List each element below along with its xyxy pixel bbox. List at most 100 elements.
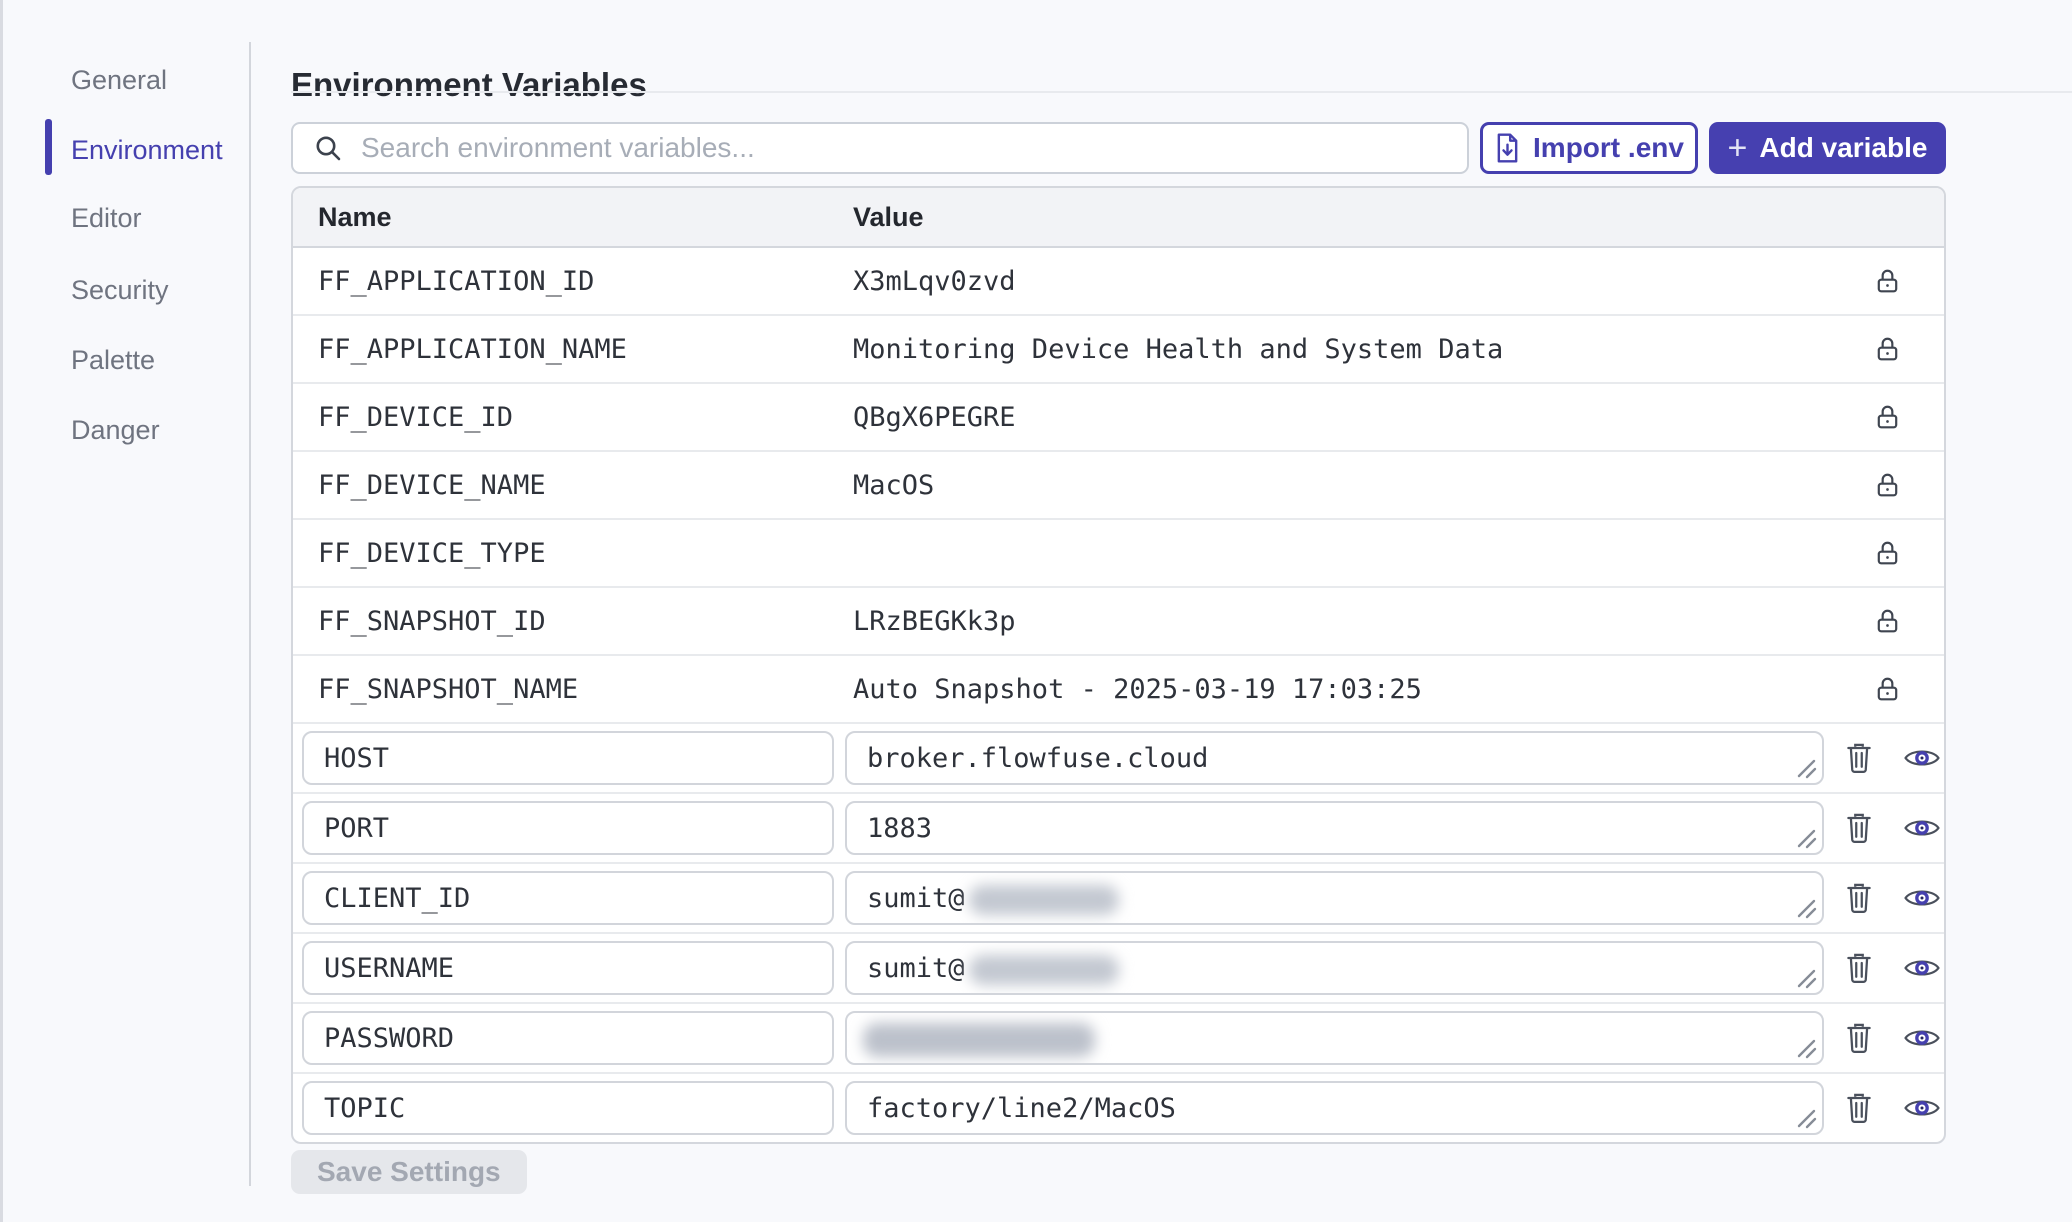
delete-variable-button[interactable] (1842, 949, 1876, 987)
delete-variable-button[interactable] (1842, 1089, 1876, 1127)
search-box[interactable] (291, 122, 1469, 174)
env-value-textarea[interactable] (847, 733, 1822, 783)
env-row-locked: FF_SNAPSHOT_NAME Auto Snapshot - 2025-03… (293, 656, 1944, 724)
env-row-locked: FF_APPLICATION_ID X3mLqv0zvd (293, 248, 1944, 316)
redacted-value-blur (969, 955, 1119, 985)
reveal-value-button[interactable] (1902, 1023, 1942, 1053)
env-value-field (845, 1081, 1824, 1135)
reveal-value-button[interactable] (1902, 813, 1942, 843)
eye-icon (1903, 1095, 1941, 1121)
trash-icon (1844, 741, 1874, 775)
env-value-textarea[interactable] (847, 803, 1822, 853)
eye-icon (1903, 815, 1941, 841)
env-var-name: FF_SNAPSHOT_NAME (293, 674, 853, 705)
env-row-editable (293, 794, 1944, 864)
trash-icon (1844, 811, 1874, 845)
env-row-locked: FF_DEVICE_NAME MacOS (293, 452, 1944, 520)
title-separator (291, 91, 2072, 93)
eye-icon (1903, 1025, 1941, 1051)
resize-handle-icon[interactable] (1793, 825, 1817, 849)
env-var-value: Auto Snapshot - 2025-03-19 17:03:25 (853, 674, 1830, 705)
sidebar-item-editor[interactable]: Editor (71, 200, 142, 236)
import-file-icon (1494, 132, 1521, 164)
env-variables-table: Name Value FF_APPLICATION_ID X3mLqv0zvd … (291, 186, 1946, 1144)
resize-handle-icon[interactable] (1793, 1035, 1817, 1059)
env-name-input[interactable] (302, 1081, 834, 1135)
plus-icon: + (1728, 131, 1748, 165)
lock-icon (1873, 402, 1902, 433)
settings-page: General Environment Editor Security Palette D… (0, 0, 2072, 1222)
env-row-locked: FF_DEVICE_TYPE (293, 520, 1944, 588)
sidebar-item-general[interactable]: General (71, 62, 167, 98)
env-name-input[interactable] (302, 801, 834, 855)
env-var-name: FF_DEVICE_ID (293, 402, 853, 433)
resize-handle-icon[interactable] (1793, 965, 1817, 989)
env-var-name: FF_DEVICE_TYPE (293, 538, 853, 569)
env-name-input[interactable] (302, 1011, 834, 1065)
reveal-value-button[interactable] (1902, 883, 1942, 913)
add-variable-button[interactable]: + Add variable (1709, 122, 1946, 174)
env-name-input[interactable] (302, 941, 834, 995)
import-env-label: Import .env (1533, 132, 1684, 164)
trash-icon (1844, 1021, 1874, 1055)
delete-variable-button[interactable] (1842, 739, 1876, 777)
env-var-value: X3mLqv0zvd (853, 266, 1830, 297)
trash-icon (1844, 881, 1874, 915)
redacted-value-blur (863, 1023, 1095, 1057)
env-name-input[interactable] (302, 731, 834, 785)
lock-icon (1873, 606, 1902, 637)
column-header-name: Name (293, 202, 853, 233)
sidebar-item-environment[interactable]: Environment (71, 132, 223, 168)
add-variable-label: Add variable (1759, 132, 1927, 164)
env-name-input[interactable] (302, 871, 834, 925)
sidebar-item-security[interactable]: Security (71, 272, 169, 308)
table-header-row: Name Value (293, 188, 1944, 248)
trash-icon (1844, 1091, 1874, 1125)
env-row-locked: FF_SNAPSHOT_ID LRzBEGKk3p (293, 588, 1944, 656)
env-row-editable (293, 1074, 1944, 1142)
lock-icon (1873, 538, 1902, 569)
env-value-field (845, 871, 1824, 925)
env-value-field (845, 801, 1824, 855)
eye-icon (1903, 885, 1941, 911)
delete-variable-button[interactable] (1842, 809, 1876, 847)
env-var-name: FF_APPLICATION_ID (293, 266, 853, 297)
env-row-editable (293, 934, 1944, 1004)
page-title: Environment Variables (291, 66, 647, 104)
import-env-button[interactable]: Import .env (1480, 122, 1698, 174)
env-var-value: MacOS (853, 470, 1830, 501)
resize-handle-icon[interactable] (1793, 755, 1817, 779)
sidebar-item-danger[interactable]: Danger (71, 412, 160, 448)
env-value-textarea[interactable] (847, 1083, 1822, 1133)
redacted-value-blur (969, 885, 1119, 915)
env-row-locked: FF_APPLICATION_NAME Monitoring Device He… (293, 316, 1944, 384)
env-var-value: QBgX6PEGRE (853, 402, 1830, 433)
search-input[interactable] (359, 131, 1451, 165)
eye-icon (1903, 745, 1941, 771)
eye-icon (1903, 955, 1941, 981)
trash-icon (1844, 951, 1874, 985)
lock-icon (1873, 470, 1902, 501)
env-row-editable (293, 1004, 1944, 1074)
reveal-value-button[interactable] (1902, 1093, 1942, 1123)
env-var-value: Monitoring Device Health and System Data (853, 334, 1830, 365)
save-settings-button[interactable]: Save Settings (291, 1150, 527, 1194)
env-var-name: FF_DEVICE_NAME (293, 470, 853, 501)
lock-icon (1873, 674, 1902, 705)
env-var-value: LRzBEGKk3p (853, 606, 1830, 637)
delete-variable-button[interactable] (1842, 1019, 1876, 1057)
env-value-field (845, 731, 1824, 785)
lock-icon (1873, 266, 1902, 297)
env-toolbar: Import .env + Add variable (291, 122, 1946, 174)
reveal-value-button[interactable] (1902, 743, 1942, 773)
active-tab-indicator (45, 119, 52, 175)
env-var-name: FF_APPLICATION_NAME (293, 334, 853, 365)
delete-variable-button[interactable] (1842, 879, 1876, 917)
env-value-field (845, 941, 1824, 995)
sidebar-item-palette[interactable]: Palette (71, 342, 155, 378)
env-var-name: FF_SNAPSHOT_ID (293, 606, 853, 637)
reveal-value-button[interactable] (1902, 953, 1942, 983)
resize-handle-icon[interactable] (1793, 1105, 1817, 1129)
env-value-field (845, 1011, 1824, 1065)
resize-handle-icon[interactable] (1793, 895, 1817, 919)
